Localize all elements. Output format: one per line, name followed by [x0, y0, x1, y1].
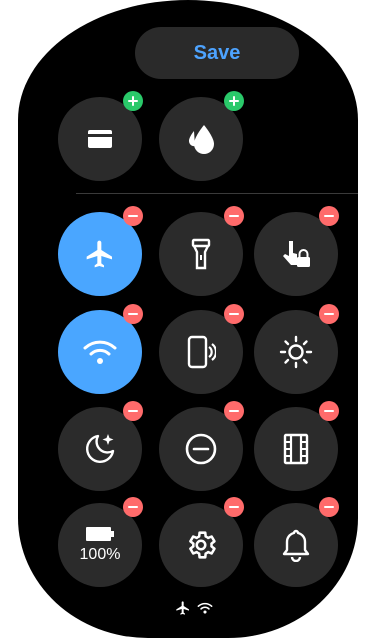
- remove-theater-mode-badge[interactable]: [319, 401, 339, 421]
- remove-settings-badge[interactable]: [224, 497, 244, 517]
- remove-touch-lock-badge[interactable]: [319, 206, 339, 226]
- moon-star-icon: [83, 432, 117, 466]
- remove-airplane-badge[interactable]: [123, 206, 143, 226]
- water-drop-icon: [186, 123, 216, 155]
- airplane-status-icon: [175, 600, 191, 621]
- wifi-icon: [82, 338, 118, 366]
- quick-settings-panel: Save 100%: [18, 0, 358, 638]
- remove-battery-badge[interactable]: [123, 497, 143, 517]
- touch-lock-icon: [279, 237, 313, 271]
- minus-circle-icon: [184, 432, 218, 466]
- remove-phone-ring-badge[interactable]: [224, 304, 244, 324]
- remove-brightness-badge[interactable]: [319, 304, 339, 324]
- film-icon: [282, 433, 310, 465]
- add-water-lock-badge[interactable]: [224, 91, 244, 111]
- card-icon: [87, 129, 113, 149]
- battery-icon: [85, 526, 115, 542]
- remove-dnd-badge[interactable]: [224, 401, 244, 421]
- add-card-badge[interactable]: [123, 91, 143, 111]
- section-divider: [76, 193, 358, 194]
- remove-wifi-badge[interactable]: [123, 304, 143, 324]
- wifi-status-icon: [197, 601, 213, 620]
- battery-level-label: 100%: [79, 546, 121, 563]
- save-button[interactable]: Save: [135, 27, 299, 79]
- flashlight-icon: [190, 238, 212, 270]
- bell-icon: [281, 528, 311, 562]
- gear-icon: [184, 528, 218, 562]
- brightness-icon: [279, 335, 313, 369]
- status-indicators: [175, 600, 213, 621]
- remove-flashlight-badge[interactable]: [224, 206, 244, 226]
- airplane-icon: [84, 238, 116, 270]
- remove-sound-badge[interactable]: [319, 497, 339, 517]
- remove-bedtime-badge[interactable]: [123, 401, 143, 421]
- phone-vibrate-icon: [186, 335, 216, 369]
